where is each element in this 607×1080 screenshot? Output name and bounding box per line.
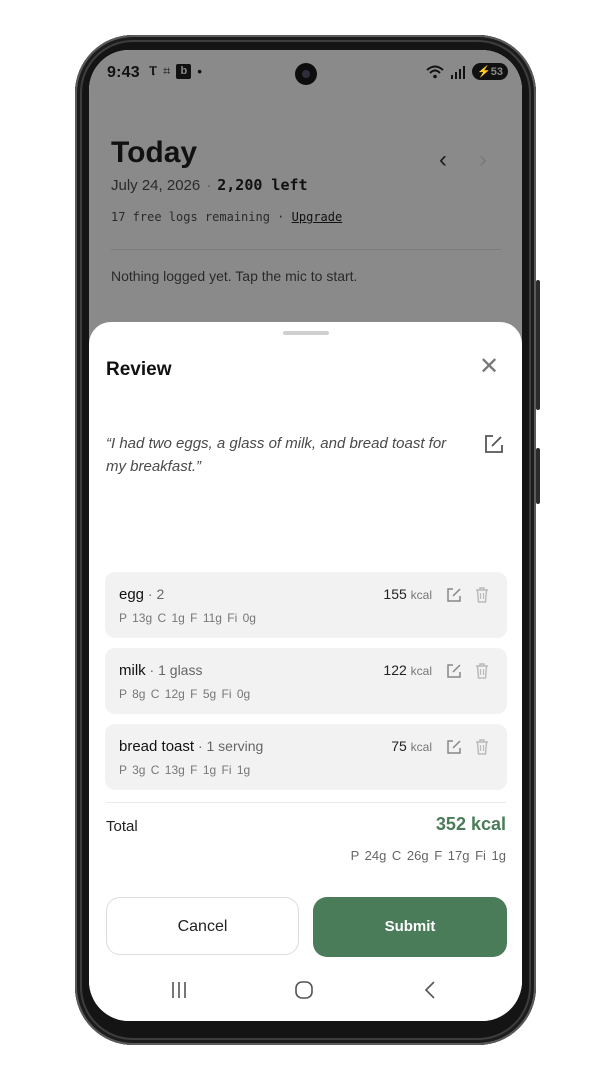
- food-item-name: egg · 2: [119, 586, 165, 603]
- review-title: Review: [106, 359, 172, 380]
- status-time: 9:43: [107, 64, 140, 81]
- delete-item-icon[interactable]: [473, 585, 491, 604]
- edit-item-icon[interactable]: [445, 662, 463, 680]
- food-item-card[interactable]: milk · 1 glass P 8g C 12g F 5g Fi 0g 122…: [105, 648, 507, 714]
- nfc-icon: ⌗: [163, 63, 171, 78]
- dot-icon: •: [197, 63, 202, 79]
- status-bar: 9:43 Ⲧ ⌗ b • ⚡53: [89, 50, 522, 96]
- volume-button: [536, 280, 540, 410]
- calories-left: 2,200 left: [217, 176, 308, 194]
- food-item-calories: 122 kcal: [383, 662, 432, 678]
- next-day-icon[interactable]: ›: [479, 146, 487, 174]
- transcript-text: “I had two eggs, a glass of milk, and br…: [106, 435, 447, 475]
- total-label: Total: [106, 818, 138, 835]
- delete-item-icon[interactable]: [473, 737, 491, 756]
- cell-signal-icon: [451, 65, 466, 79]
- background-app-overlay: 9:43 Ⲧ ⌗ b • ⚡53 Today ‹ › July 24, 2026…: [89, 50, 522, 350]
- phone-screen: 9:43 Ⲧ ⌗ b • ⚡53 Today ‹ › July 24, 2026…: [89, 50, 522, 1021]
- signal-antenna-icon: Ⲧ: [149, 63, 157, 78]
- edit-transcript-icon[interactable]: [482, 432, 506, 456]
- date-summary: July 24, 2026 · 2,200 left: [111, 176, 308, 194]
- empty-state-message: Nothing logged yet. Tap the mic to start…: [111, 268, 358, 284]
- food-item-card[interactable]: egg · 2 P 13g C 1g F 11g Fi 0g 155 kcal: [105, 572, 507, 638]
- logs-remaining: 17 free logs remaining · Upgrade: [111, 210, 343, 224]
- edit-item-icon[interactable]: [445, 586, 463, 604]
- cancel-button[interactable]: Cancel: [106, 897, 299, 955]
- food-item-quantity: · 1 glass: [145, 662, 203, 678]
- food-item-calories: 75 kcal: [391, 738, 432, 754]
- food-item-quantity: · 1 serving: [194, 738, 264, 754]
- camera-cutout: [295, 63, 317, 85]
- food-item-card[interactable]: bread toast · 1 serving P 3g C 13g F 1g …: [105, 724, 507, 790]
- system-nav-bar: [89, 970, 522, 1016]
- divider: [111, 249, 501, 250]
- submit-button[interactable]: Submit: [313, 897, 507, 957]
- b-app-icon: b: [176, 63, 192, 79]
- food-item-calories: 155 kcal: [383, 586, 432, 602]
- delete-item-icon[interactable]: [473, 661, 491, 680]
- divider: [106, 802, 506, 803]
- wifi-icon: [426, 65, 444, 78]
- sheet-drag-handle[interactable]: [283, 331, 329, 335]
- power-button: [536, 448, 540, 504]
- battery-indicator: ⚡53: [472, 63, 508, 80]
- total-macros: P 24g C 26g F 17g Fi 1g: [350, 848, 506, 863]
- food-item-name: milk · 1 glass: [119, 662, 203, 679]
- logs-remaining-text: 17 free logs remaining: [111, 210, 270, 224]
- upgrade-link[interactable]: Upgrade: [292, 210, 343, 224]
- previous-day-icon[interactable]: ‹: [439, 146, 447, 174]
- food-item-macros: P 13g C 1g F 11g Fi 0g: [119, 611, 256, 625]
- page-title: Today: [111, 136, 198, 169]
- review-sheet: Review ✕ “I had two eggs, a glass of mil…: [89, 322, 522, 1021]
- home-icon[interactable]: [294, 980, 314, 1000]
- recents-icon[interactable]: [169, 980, 189, 1000]
- edit-item-icon[interactable]: [445, 738, 463, 756]
- date-text: July 24, 2026: [111, 177, 201, 194]
- back-icon[interactable]: [421, 980, 441, 1000]
- food-item-macros: P 8g C 12g F 5g Fi 0g: [119, 687, 251, 701]
- food-item-quantity: · 2: [144, 586, 165, 602]
- close-icon[interactable]: ✕: [476, 352, 502, 382]
- total-calories: 352 kcal: [435, 814, 506, 834]
- food-item-macros: P 3g C 13g F 1g Fi 1g: [119, 763, 251, 777]
- food-item-name: bread toast · 1 serving: [119, 738, 264, 755]
